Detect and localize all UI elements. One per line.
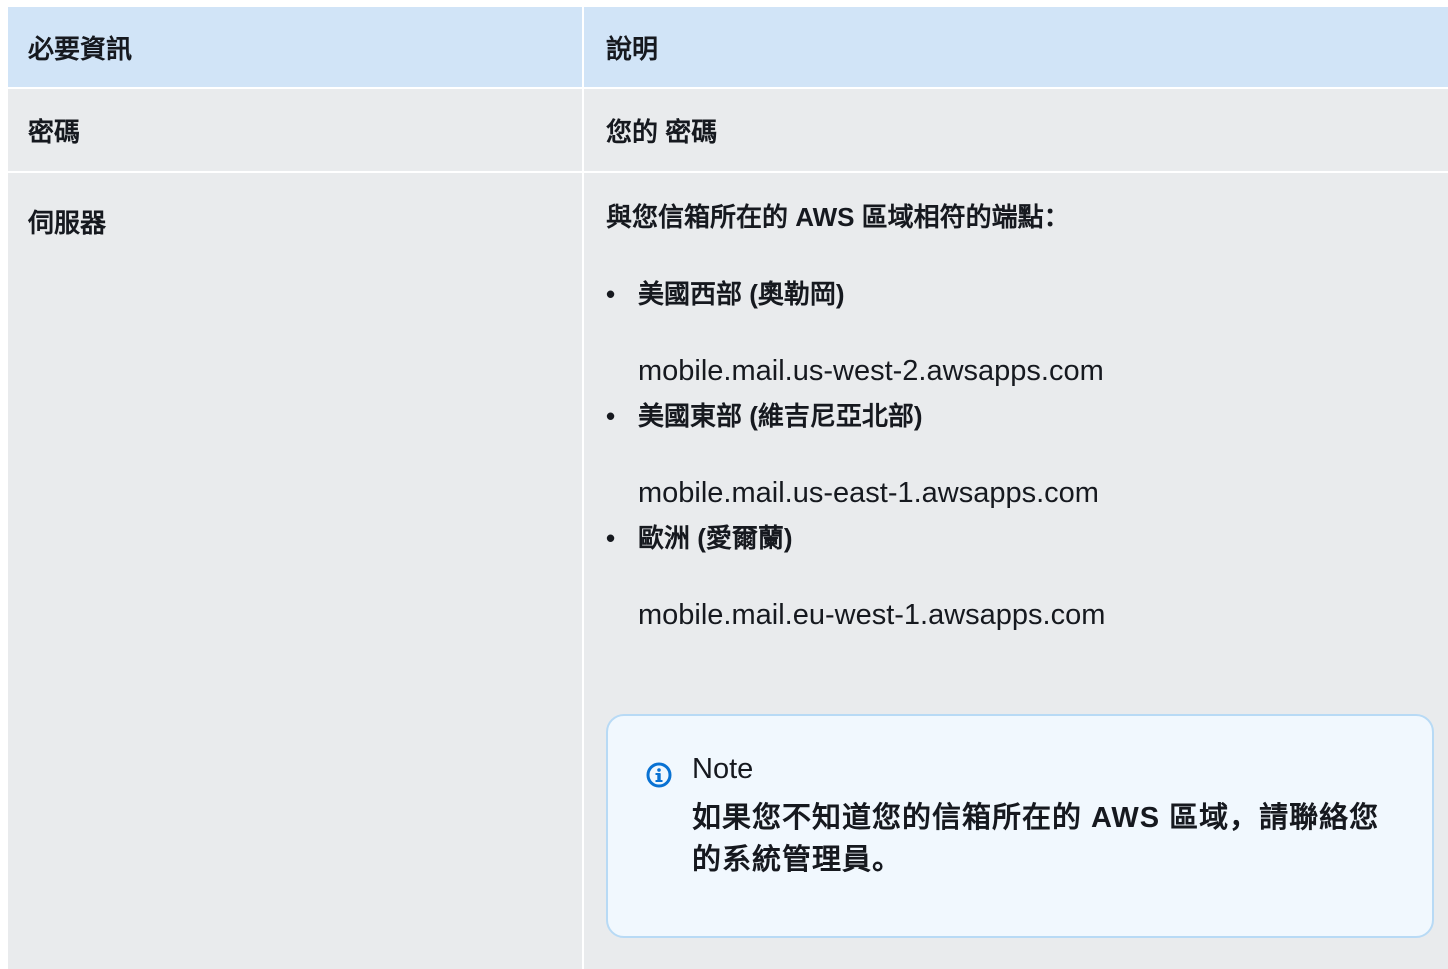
endpoint-intro: 與您信箱所在的 AWS 區域相符的端點： <box>606 202 1070 232</box>
region-name: 歐洲 (愛爾蘭) <box>638 523 793 554</box>
bullet: • <box>606 523 616 554</box>
server-description: 與您信箱所在的 AWS 區域相符的端點： • 美國西部 (奧勒岡) mobile… <box>584 173 1448 969</box>
list-item: • 歐洲 (愛爾蘭) mobile.mail.eu-west-1.awsapps… <box>606 523 1434 632</box>
endpoint-url: mobile.mail.eu-west-1.awsapps.com <box>638 599 1106 632</box>
bullet: • <box>606 400 616 431</box>
bullet: • <box>606 278 616 309</box>
password-description: 您的 密碼 <box>584 89 1448 171</box>
note-text: 如果您不知道您的信箱所在的 AWS 區域，請聯絡您的系統管理員。 <box>692 801 1380 876</box>
header-description: 說明 <box>584 7 1448 87</box>
endpoint-url: mobile.mail.us-west-2.awsapps.com <box>638 355 1104 388</box>
region-list: • 美國西部 (奧勒岡) mobile.mail.us-west-2.awsap… <box>606 279 1434 632</box>
header-required-info: 必要資訊 <box>8 7 582 87</box>
server-label: 伺服器 <box>8 173 582 969</box>
region-name: 美國東部 (維吉尼亞北部) <box>638 400 923 431</box>
list-item: • 美國西部 (奧勒岡) mobile.mail.us-west-2.awsap… <box>606 279 1434 388</box>
endpoint-url: mobile.mail.us-east-1.awsapps.com <box>638 477 1099 510</box>
note-callout: Note 如果您不知道您的信箱所在的 AWS 區域，請聯絡您的系統管理員。 <box>606 714 1434 939</box>
password-label: 密碼 <box>8 89 582 171</box>
info-icon <box>646 762 672 788</box>
info-table: 必要資訊 說明 密碼 您的 密碼 伺服器 與您信箱所在的 AWS 區域相符的端點… <box>8 7 1448 969</box>
note-title: Note <box>692 753 754 786</box>
list-item: • 美國東部 (維吉尼亞北部) mobile.mail.us-east-1.aw… <box>606 401 1434 510</box>
region-name: 美國西部 (奧勒岡) <box>638 278 845 309</box>
